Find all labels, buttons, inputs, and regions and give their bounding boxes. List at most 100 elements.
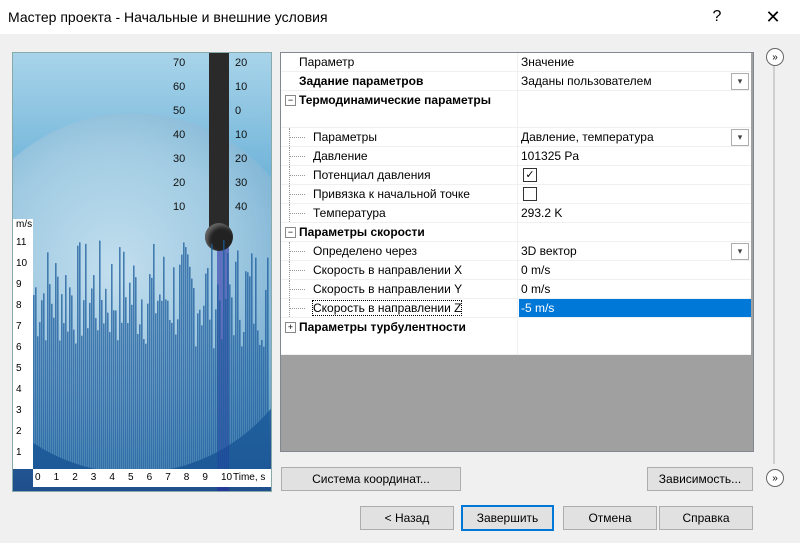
grid-row[interactable]: − Параметры скорости [281,223,751,242]
decor-bar [95,318,97,469]
decor-bar [207,267,209,469]
y-tick: 7 [16,321,22,332]
celsius-tick: 20 [173,177,186,189]
decor-bar [211,243,213,469]
decor-bar [243,332,245,469]
y-tick: 5 [16,363,22,374]
decor-bar [69,287,71,469]
grid-row[interactable]: Потенциал давления ✓ [281,166,751,185]
header-value: Значение [521,55,575,69]
grid-row-label: Давление [313,149,368,163]
back-button[interactable]: < Назад [360,506,454,530]
expand-panel-bottom-icon[interactable]: » [766,469,784,487]
chevron-down-icon[interactable]: ▾ [731,129,749,146]
grid-row-value-cell[interactable]: 293.2 K [519,204,751,222]
grid-row[interactable]: Скорость в направлении X 0 m/s [281,261,751,280]
coordinate-system-button[interactable]: Система координат... [281,467,461,491]
grid-row[interactable]: Задание параметров Заданы пользователем ▾ [281,72,751,91]
decor-bar [111,263,113,469]
grid-row-value-cell[interactable]: 3D вектор ▾ [519,242,751,260]
decor-bar [49,284,51,469]
decor-bar [175,334,177,469]
grid-row-label: Потенциал давления [313,168,431,182]
grid-row-value-cell[interactable]: Заданы пользователем ▾ [519,72,751,90]
chevron-down-icon[interactable]: ▾ [731,73,749,90]
collapse-icon[interactable]: − [285,227,296,238]
collapse-icon[interactable]: − [285,95,296,106]
grid-row[interactable]: Скорость в направлении Y 0 m/s [281,280,751,299]
dependency-button[interactable]: Зависимость... [647,467,753,491]
decor-bar [147,303,149,469]
cancel-button[interactable]: Отмена [563,506,657,530]
grid-row[interactable]: Привязка к начальной точке [281,185,751,204]
y-tick: 4 [16,384,22,395]
x-tick: 6 [146,472,153,483]
y-tick: 8 [16,300,22,311]
decor-bar [39,322,41,469]
decor-bar [65,275,67,469]
grid-row-value-cell[interactable] [519,223,751,241]
fahrenheit-tick: 20 [235,153,248,165]
decor-bar [121,322,123,469]
grid-row-name-cell: Привязка к начальной точке [281,185,518,203]
grid-row-label: Скорость в направлении X [313,263,463,277]
grid-row-value-cell[interactable]: 101325 Pa [519,147,751,165]
x-axis-label: Time, s [233,472,266,483]
decor-bar [109,332,111,469]
side-divider [773,52,775,464]
checkbox[interactable]: ✓ [523,168,537,182]
property-grid[interactable]: Параметр Значение Задание параметров Зада… [280,52,754,452]
grid-row[interactable]: Скорость в направлении Z -5 m/s [281,299,751,318]
tree-branch [289,137,305,138]
grid-row[interactable]: Давление 101325 Pa [281,147,751,166]
header-parameter: Параметр [299,55,355,69]
decor-bar [215,309,217,469]
decor-bar [161,300,163,469]
celsius-tick: 40 [173,129,186,141]
grid-row-value-cell[interactable]: -5 m/s [519,299,751,317]
y-tick: 1 [16,447,22,458]
expand-panel-top-icon[interactable]: » [766,48,784,66]
decor-bar [129,282,131,469]
grid-row-value-cell[interactable]: 0 m/s [519,261,751,279]
decor-bar [177,319,179,469]
finish-button[interactable]: Завершить [461,505,554,531]
decor-bar [157,300,159,469]
chevron-down-icon[interactable]: ▾ [731,243,749,260]
decor-bar [67,331,69,469]
velocity-bars [33,219,271,469]
grid-row-name-cell: Скорость в направлении X [281,261,518,279]
grid-row-value-cell[interactable]: 0 m/s [519,280,751,298]
help-button[interactable]: Справка [659,506,753,530]
grid-row[interactable]: Температура 293.2 K [281,204,751,223]
y-tick: 9 [16,279,22,290]
grid-row-label: Параметры [313,130,377,144]
decor-bar [77,245,79,469]
decor-bar [205,273,207,469]
close-icon[interactable]: ✕ [750,0,796,34]
grid-row[interactable]: Определено через 3D вектор ▾ [281,242,751,261]
decor-bar [143,339,145,469]
grid-row[interactable]: + Параметры турбулентности [281,318,751,355]
checkbox[interactable] [523,187,537,201]
grid-row[interactable]: − Термодинамические параметры [281,91,751,128]
decor-bar [263,346,265,469]
decor-bar [265,289,267,469]
decor-bar [125,297,127,469]
grid-row-value-cell[interactable]: ✓ [519,166,751,184]
grid-row-value-cell[interactable] [519,185,751,203]
expand-icon[interactable]: + [285,322,296,333]
decor-bar [57,276,59,469]
tree-branch [289,251,305,252]
grid-row-value-cell[interactable] [519,91,751,127]
decor-bar [259,344,261,469]
grid-row[interactable]: Параметры Давление, температура ▾ [281,128,751,147]
grid-row-value: 0 m/s [521,282,551,296]
grid-row-name-cell: Задание параметров [281,72,518,90]
grid-row-value-cell[interactable] [519,318,751,354]
help-icon[interactable]: ? [694,0,740,34]
grid-row-value-cell[interactable]: Давление, температура ▾ [519,128,751,146]
decor-bar [225,298,227,469]
decor-bar [253,323,255,469]
decor-bar [185,247,187,469]
